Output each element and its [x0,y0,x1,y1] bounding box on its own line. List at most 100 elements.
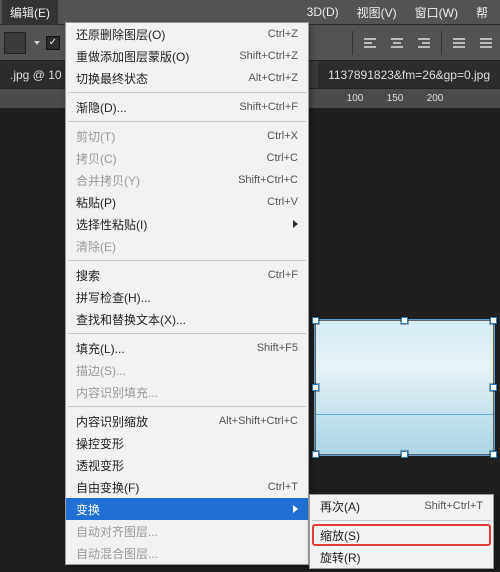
menu-item-shortcut: Ctrl+C [267,152,298,164]
menu-separator [68,333,306,334]
menu-item[interactable]: 渐隐(D)...Shift+Ctrl+F [66,96,308,118]
transform-handle-ne[interactable] [490,317,497,324]
toolbar-divider [441,31,442,55]
menu-item-label: 清除(E) [76,238,298,255]
menu-item: 自动混合图层... [66,542,308,564]
menu-item-label: 拼写检查(H)... [76,289,298,306]
menu-window[interactable]: 窗口(W) [407,0,466,25]
menu-item-label: 变换 [76,501,285,518]
transform-submenu[interactable]: 再次(A) Shift+Ctrl+T 缩放(S) 旋转(R) [309,494,494,569]
transform-handle-s[interactable] [401,451,408,458]
menu-item-shortcut: Ctrl+T [268,481,298,493]
menu-item[interactable]: 切换最终状态 Alt+Ctrl+Z [66,67,308,89]
distribute-h-icon[interactable] [450,33,470,53]
menu-item-label: 切换最终状态 [76,70,224,87]
transform-bbox[interactable] [314,319,495,456]
menu-item-label: 缩放(S) [320,527,483,544]
menu-item[interactable]: 查找和替换文本(X)... [66,308,308,330]
ruler-tick-label: 100 [347,93,364,104]
transform-handle-n[interactable] [401,317,408,324]
menu-item-shortcut: Ctrl+X [267,130,298,142]
menu-item-label: 内容识别缩放 [76,413,195,430]
menu-item[interactable]: 重做添加图层蒙版(O) Shift+Ctrl+Z [66,45,308,67]
menu-item-shortcut: Shift+Ctrl+C [238,174,298,186]
tool-swatch[interactable] [4,32,26,54]
menu-item[interactable]: 再次(A) Shift+Ctrl+T [310,495,493,517]
horizon-line [316,414,493,415]
menu-item-shortcut: Shift+Ctrl+F [239,101,298,113]
menu-item-label: 填充(L)... [76,340,233,357]
auto-select-checkbox[interactable]: ✓ [46,36,60,50]
menu-item[interactable]: 自由变换(F) Ctrl+T [66,476,308,498]
menu-3d[interactable]: 3D(D) [299,1,347,23]
chevron-right-icon [293,505,298,513]
menu-item[interactable]: 粘贴(P) Ctrl+V [66,191,308,213]
menu-item[interactable]: 选择性粘贴(I) [66,213,308,235]
align-left-icon[interactable] [361,33,381,53]
transform-handle-e[interactable] [490,384,497,391]
transform-handle-se[interactable] [490,451,497,458]
ruler-tick-label: 200 [427,93,444,104]
document-tab-left[interactable]: .jpg @ 10 [0,61,72,88]
menu-item-shortcut: Shift+Ctrl+T [424,500,483,512]
transform-handle-sw[interactable] [312,451,319,458]
menu-item: 自动对齐图层... [66,520,308,542]
menu-item[interactable]: 变换 [66,498,308,520]
menu-item-shortcut: Shift+Ctrl+Z [239,50,298,62]
image-canvas[interactable] [315,320,494,455]
menu-item-label: 查找和替换文本(X)... [76,311,298,328]
menu-item[interactable]: 透视变形 [66,454,308,476]
menu-item-label: 重做添加图层蒙版(O) [76,48,215,65]
menu-item[interactable]: 旋转(R) [310,546,493,568]
align-right-icon[interactable] [413,33,433,53]
edit-dropdown-menu[interactable]: 还原删除图层(O) Ctrl+Z 重做添加图层蒙版(O) Shift+Ctrl+Z 切换… [65,22,309,565]
document-tab-right[interactable]: 1137891823&fm=26&gp=0.jpg [318,61,500,88]
align-center-icon[interactable] [387,33,407,53]
menu-item[interactable]: 缩放(S) [310,524,493,546]
menu-item[interactable]: 还原删除图层(O) Ctrl+Z [66,23,308,45]
transform-handle-w[interactable] [312,384,319,391]
menu-item-label: 拷贝(C) [76,150,243,167]
menu-item-label: 合并拷贝(Y) [76,172,214,189]
menu-item[interactable]: 内容识别缩放 Alt+Shift+Ctrl+C [66,410,308,432]
menu-item-label: 自由变换(F) [76,479,244,496]
menu-item-label: 透视变形 [76,457,298,474]
transform-handle-nw[interactable] [312,317,319,324]
menu-item-label: 自动对齐图层... [76,523,298,540]
menu-item[interactable]: 操控变形 [66,432,308,454]
menu-item-label: 搜索 [76,267,244,284]
menu-separator [68,92,306,93]
menu-item-label: 描边(S)... [76,362,298,379]
menu-item-label: 自动混合图层... [76,545,298,562]
menu-item-shortcut: Alt+Shift+Ctrl+C [219,415,298,427]
menu-help[interactable]: 帮 [468,0,496,25]
menu-view[interactable]: 视图(V) [349,0,405,25]
menu-item-shortcut: Alt+Ctrl+Z [248,72,298,84]
menu-item-shortcut: Ctrl+V [267,196,298,208]
chevron-down-icon[interactable] [34,41,40,45]
menu-item: 描边(S)... [66,359,308,381]
menu-separator [68,260,306,261]
menu-separator [68,406,306,407]
menubar: 编辑(E) 3D(D) 视图(V) 窗口(W) 帮 [0,0,500,24]
menu-item-label: 再次(A) [320,498,400,515]
chevron-right-icon [293,220,298,228]
menu-separator [68,121,306,122]
menu-edit[interactable]: 编辑(E) [2,0,58,25]
menu-item-shortcut: Ctrl+F [268,269,298,281]
menu-item-label: 旋转(R) [320,549,483,566]
menu-item[interactable]: 填充(L)... Shift+F5 [66,337,308,359]
menu-item-label: 粘贴(P) [76,194,243,211]
menu-item-label: 选择性粘贴(I) [76,216,285,233]
menu-item[interactable]: 拼写检查(H)... [66,286,308,308]
menu-item: 合并拷贝(Y) Shift+Ctrl+C [66,169,308,191]
menu-item[interactable]: 搜索 Ctrl+F [66,264,308,286]
menu-item-label: 操控变形 [76,435,298,452]
menu-item-label: 剪切(T) [76,128,243,145]
menu-item-label: 还原删除图层(O) [76,26,244,43]
menu-item-shortcut: Ctrl+Z [268,28,298,40]
distribute-v-icon[interactable] [476,33,496,53]
menu-item-shortcut: Shift+F5 [257,342,298,354]
menu-item: 清除(E) [66,235,308,257]
menu-item: 拷贝(C) Ctrl+C [66,147,308,169]
